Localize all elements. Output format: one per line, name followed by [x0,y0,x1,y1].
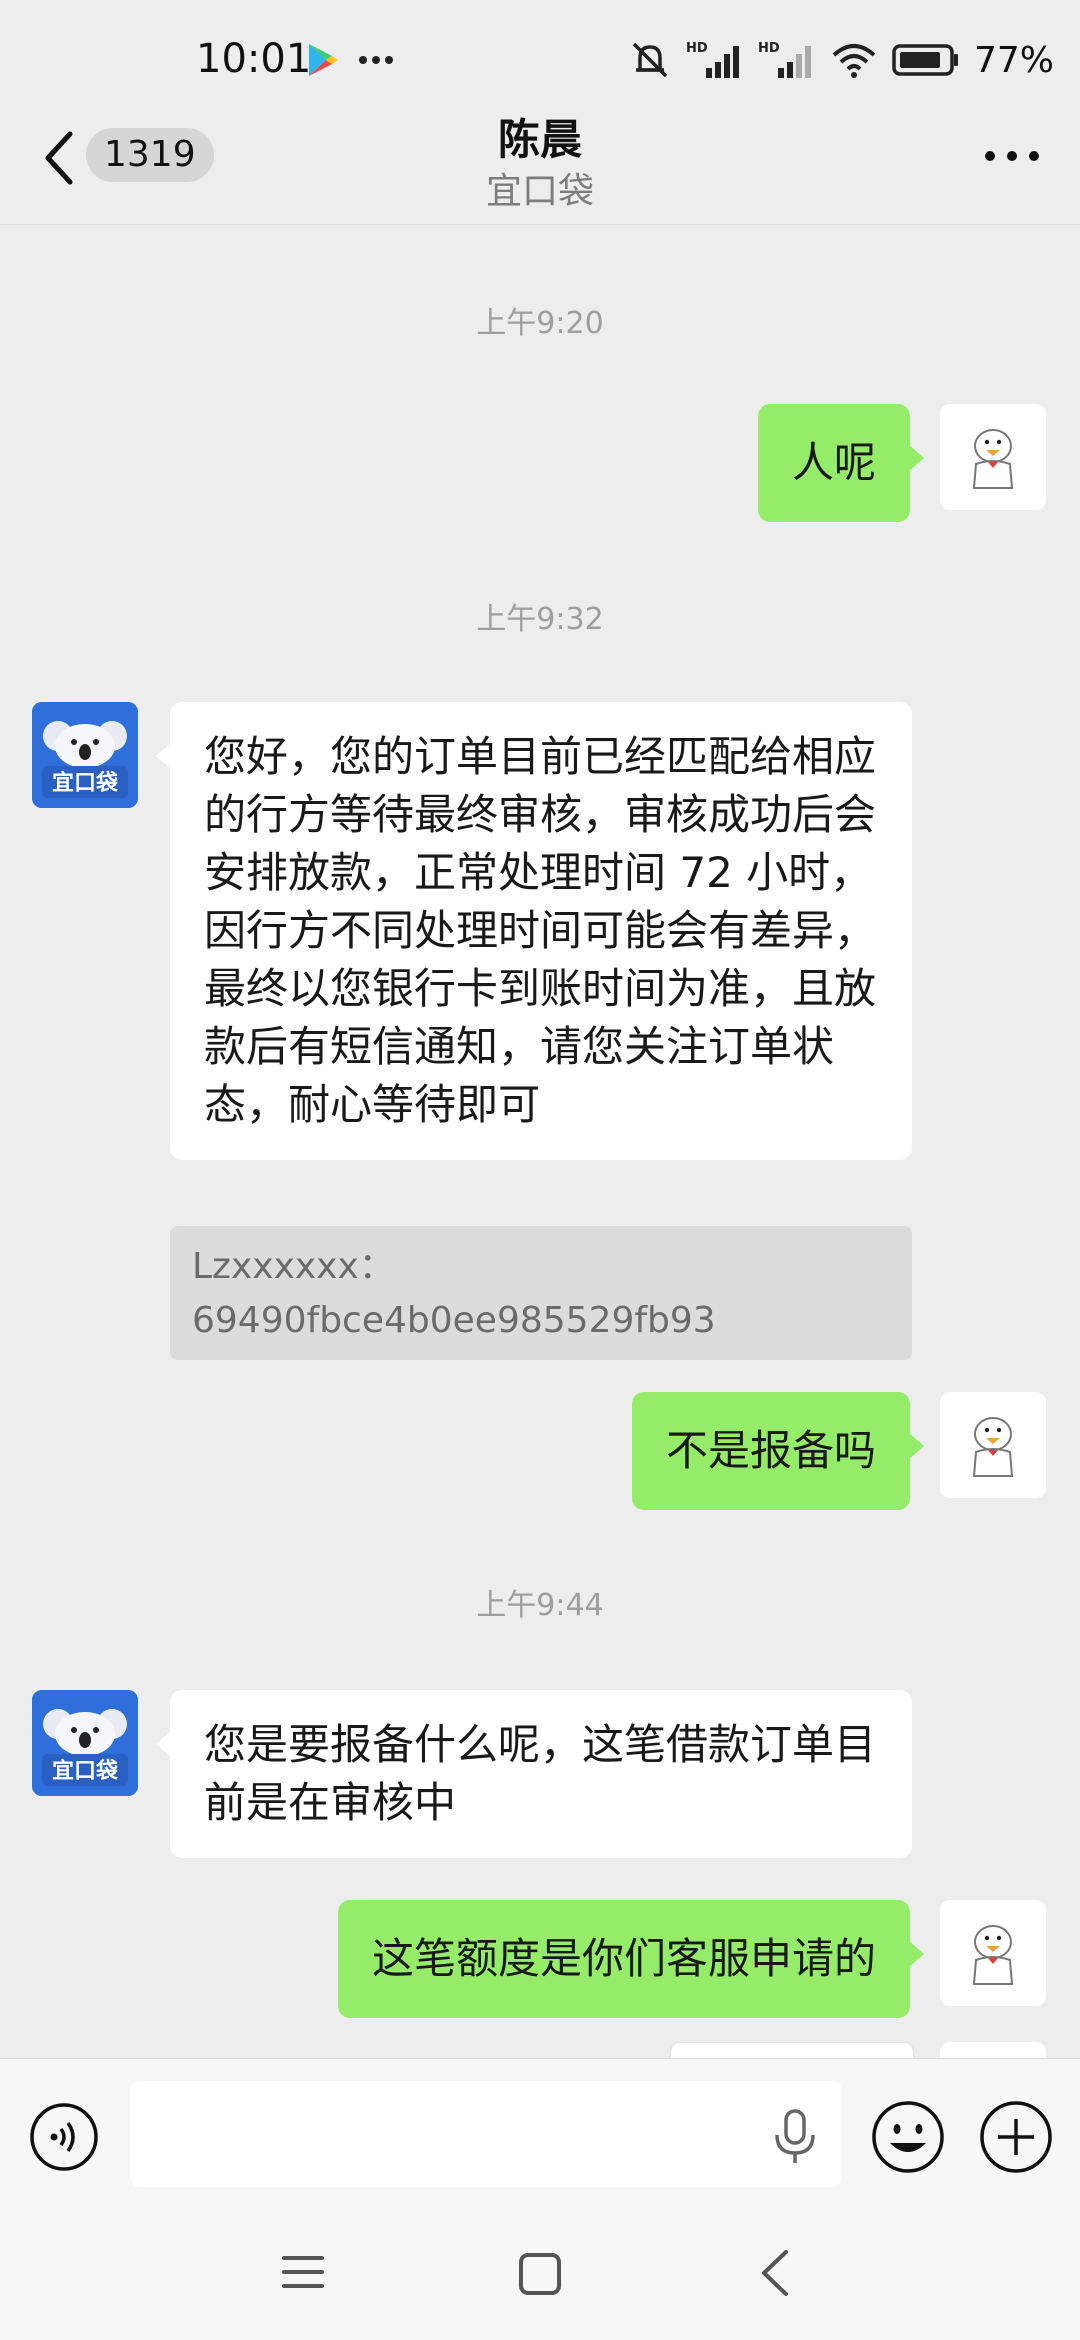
sent-message[interactable]: 人呢 [757,404,925,522]
contact-avatar[interactable]: 宜口袋 [32,702,138,808]
user-avatar[interactable] [940,1392,1046,1498]
quote-line: Lzxxxxxx： [192,1246,395,1287]
contact-avatar[interactable]: 宜口袋 [32,1690,138,1796]
sent-message[interactable]: 不是报备吗 [631,1392,925,1510]
emoji-icon[interactable] [870,2099,946,2175]
signal-2-icon: HD [758,41,811,78]
mute-bell-icon [632,42,668,78]
microphone-icon[interactable] [770,2109,820,2165]
koala-logo-icon: 宜口袋 [32,702,138,808]
more-dots-icon[interactable] [984,146,1040,166]
play-store-icon [309,44,338,76]
message-timestamp: 上午9:32 [476,602,604,637]
more-notifications-icon [359,56,393,64]
sent-message[interactable]: 这笔额度是你们客服申请的 [337,1900,925,2018]
chat-subtitle: 宜口袋 [485,171,594,212]
received-message[interactable]: 您是要报备什么呢，这笔借款订单目前是在审核中 [156,1690,912,1858]
battery-level: 77% [973,39,1054,81]
recents-menu-icon[interactable] [280,2252,326,2292]
svg-text:HD: HD [686,41,708,56]
user-avatar[interactable] [940,404,1046,510]
wifi-icon [832,44,876,78]
quoted-reference: Lzxxxxxx： 69490fbce4b0ee985529fb93 [170,1226,912,1360]
svg-text:宜口袋: 宜口袋 [52,770,119,796]
input-bar [0,2058,1080,2209]
system-nav-bar [0,2208,1080,2340]
nav-back-icon[interactable] [756,2248,796,2298]
koala-logo-icon: 宜口袋 [32,1690,138,1796]
chat-header: 1319 陈晨 宜口袋 [0,100,1080,225]
received-message[interactable]: 您好，您的订单目前已经匹配给相应的行方等待最终审核，审核成功后会安排放款，正常处… [156,702,912,1160]
home-square-icon[interactable] [518,2252,562,2296]
message-timestamp: 上午9:20 [476,306,604,341]
svg-text:宜口袋: 宜口袋 [52,1758,119,1784]
signal-1-icon: HD [686,41,739,78]
chat-title: 陈晨 [497,115,582,164]
battery-icon [892,44,958,76]
duck-avatar-icon [972,1925,1014,1985]
quote-line: 69490fbce4b0ee985529fb93 [192,1300,716,1341]
status-time: 10:01 [196,36,312,82]
svg-text:HD: HD [758,41,780,56]
voice-mode-icon[interactable] [28,2101,100,2173]
message-input[interactable] [130,2081,842,2187]
user-avatar[interactable] [940,1900,1046,2006]
duck-avatar-icon [972,429,1014,489]
duck-avatar-icon [972,1417,1014,1477]
message-timestamp: 上午9:44 [476,1588,604,1623]
plus-icon[interactable] [978,2099,1054,2175]
